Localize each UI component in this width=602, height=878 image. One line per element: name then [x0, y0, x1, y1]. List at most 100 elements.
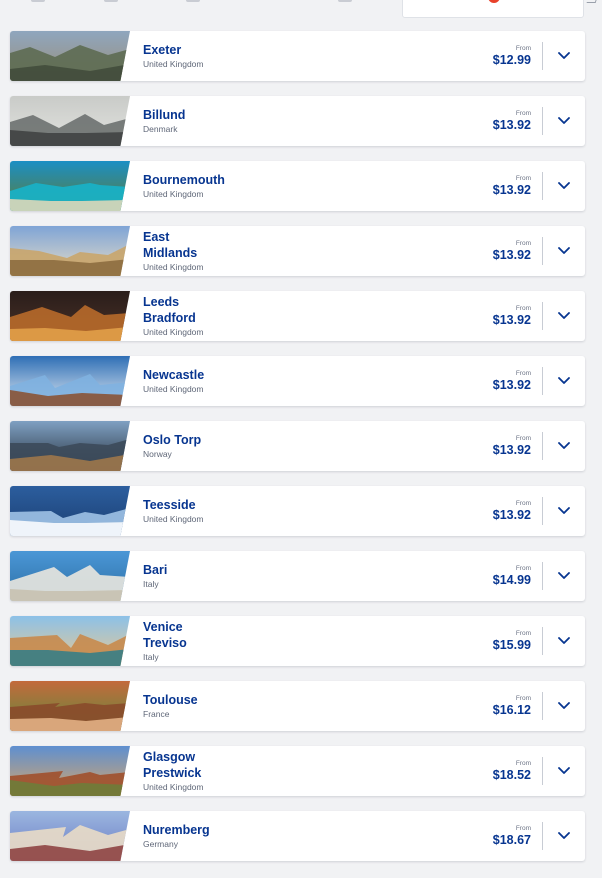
destination-info: Bournemouth United Kingdom [143, 161, 225, 211]
from-label: From [515, 44, 531, 52]
destination-card[interactable]: Toulouse France From $16.12 [10, 681, 585, 731]
price-block: From $16.12 [493, 681, 531, 731]
expand-button[interactable] [543, 291, 585, 341]
passenger-icon [186, 0, 200, 2]
chevron-down-icon [558, 437, 570, 455]
price-value: $18.52 [492, 767, 531, 782]
destination-country: United Kingdom [143, 189, 204, 199]
from-label: From [515, 109, 531, 117]
price-block: From $15.99 [493, 616, 531, 666]
destination-card[interactable]: Bari Italy From $14.99 [10, 551, 585, 601]
destination-photo [10, 291, 130, 341]
price-value: $16.12 [492, 702, 531, 717]
destination-info: Exeter United Kingdom [143, 31, 203, 81]
destination-photo [10, 421, 130, 471]
destination-info: Toulouse France [143, 681, 198, 731]
price-value: $14.99 [492, 572, 531, 587]
expand-button[interactable] [543, 811, 585, 861]
price-value: $13.92 [492, 442, 531, 457]
destination-list: Exeter United Kingdom From $12.99 Billun… [10, 31, 585, 876]
destination-card[interactable]: Oslo Torp Norway From $13.92 [10, 421, 585, 471]
price-value: $13.92 [492, 247, 531, 262]
chevron-down-icon [558, 47, 570, 65]
expand-button[interactable] [543, 31, 585, 81]
from-label: From [515, 824, 531, 832]
destination-photo [10, 226, 130, 276]
filter-icon [338, 0, 352, 2]
price-block: From $13.92 [493, 291, 531, 341]
calendar-icon [31, 0, 45, 2]
destination-card[interactable]: Billund Denmark From $13.92 [10, 96, 585, 146]
expand-button[interactable] [543, 486, 585, 536]
chevron-down-icon [558, 242, 570, 260]
destination-country: United Kingdom [143, 782, 204, 792]
price-value: $13.92 [492, 377, 531, 392]
price-block: From $13.92 [493, 226, 531, 276]
destination-info: Venice Treviso Italy [143, 616, 187, 666]
top-toolbar-remnant [0, 0, 602, 22]
destination-card[interactable]: East Midlands United Kingdom From $13.92 [10, 226, 585, 276]
destination-card[interactable]: Teesside United Kingdom From $13.92 [10, 486, 585, 536]
destination-country: Italy [143, 579, 159, 589]
price-block: From $13.92 [493, 421, 531, 471]
destination-photo [10, 31, 130, 81]
destination-card[interactable]: Exeter United Kingdom From $12.99 [10, 31, 585, 81]
expand-button[interactable] [543, 161, 585, 211]
destination-card[interactable]: Newcastle United Kingdom From $13.92 [10, 356, 585, 406]
destination-country: United Kingdom [143, 262, 204, 272]
price-value: $13.92 [492, 507, 531, 522]
expand-button[interactable] [543, 356, 585, 406]
price-block: From $14.99 [493, 551, 531, 601]
destination-info: Oslo Torp Norway [143, 421, 201, 471]
from-label: From [515, 499, 531, 507]
destination-card[interactable]: Nuremberg Germany From $18.67 [10, 811, 585, 861]
price-value: $18.67 [492, 832, 531, 847]
price-block: From $13.92 [493, 486, 531, 536]
from-label: From [515, 564, 531, 572]
destination-country: Germany [143, 839, 178, 849]
destination-city: Exeter [143, 43, 182, 57]
price-value: $13.92 [492, 182, 531, 197]
expand-button[interactable] [543, 226, 585, 276]
destination-card[interactable]: Glasgow Prestwick United Kingdom From $1… [10, 746, 585, 796]
expand-button[interactable] [543, 551, 585, 601]
expand-button[interactable] [543, 616, 585, 666]
destination-country: United Kingdom [143, 384, 204, 394]
chevron-down-icon [558, 697, 570, 715]
destination-city: Leeds Bradford [143, 295, 196, 325]
destination-city: Oslo Torp [143, 433, 202, 447]
expand-button[interactable] [543, 96, 585, 146]
chevron-down-icon [558, 177, 570, 195]
destination-photo [10, 811, 130, 861]
destination-city: Venice Treviso [143, 620, 187, 650]
destination-photo [10, 681, 130, 731]
destination-country: United Kingdom [143, 514, 204, 524]
expand-button[interactable] [543, 421, 585, 471]
price-value: $13.92 [492, 117, 531, 132]
destination-city: East Midlands [143, 230, 198, 260]
destination-city: Newcastle [143, 368, 205, 382]
chevron-down-icon [558, 762, 570, 780]
destination-photo [10, 551, 130, 601]
destination-info: Teesside United Kingdom [143, 486, 203, 536]
destination-country: France [143, 709, 170, 719]
price-value: $15.99 [492, 637, 531, 652]
destination-card[interactable]: Leeds Bradford United Kingdom From $13.9… [10, 291, 585, 341]
price-block: From $18.67 [493, 811, 531, 861]
destination-info: East Midlands United Kingdom [143, 226, 203, 276]
price-block: From $12.99 [493, 31, 531, 81]
destination-country: Italy [143, 652, 159, 662]
destination-card[interactable]: Bournemouth United Kingdom From $13.92 [10, 161, 585, 211]
chevron-down-icon [558, 307, 570, 325]
destination-card[interactable]: Venice Treviso Italy From $15.99 [10, 616, 585, 666]
price-block: From $13.92 [493, 356, 531, 406]
destination-info: Billund Denmark [143, 96, 185, 146]
expand-button[interactable] [543, 681, 585, 731]
chevron-down-icon [558, 112, 570, 130]
from-label: From [515, 629, 531, 637]
chevron-down-icon [558, 632, 570, 650]
destination-photo [10, 486, 130, 536]
destination-info: Bari Italy [143, 551, 167, 601]
expand-button[interactable] [543, 746, 585, 796]
destination-photo [10, 161, 130, 211]
